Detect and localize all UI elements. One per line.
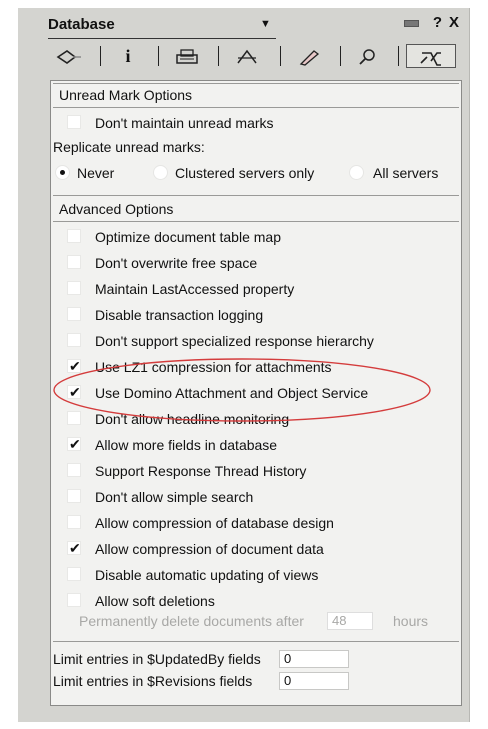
checkbox-unchecked[interactable] [67,255,81,269]
checkbox-unchecked[interactable] [67,463,81,477]
checkbox-unchecked[interactable] [67,515,81,529]
radio-all-servers-label: All servers [373,165,439,181]
unread-section-title: Unread Mark Options [59,87,193,103]
launch-icon [299,50,320,66]
limit-revisions-input[interactable]: 0 [279,672,349,690]
advanced-option-checkbox[interactable]: Use Domino Attachment and Object Service [67,382,451,403]
checkbox-label: Disable transaction logging [95,307,264,323]
info-icon: i [125,46,131,66]
checkbox-label: Don't allow simple search [95,489,254,505]
advanced-option-checkbox[interactable]: Optimize document table map [67,227,451,247]
checkbox-label: Don't maintain unread marks [95,115,274,131]
search-icon [359,49,375,65]
tab-design[interactable] [224,44,270,68]
checkbox-label: Don't support specialized response hiera… [95,333,374,349]
checkbox-label: Allow soft deletions [95,593,215,609]
titlebar-buttons: ? X [403,14,460,31]
advanced-option-checkbox[interactable]: Allow soft deletions [67,591,451,611]
checkbox-unchecked[interactable] [67,307,81,321]
checkbox-unchecked[interactable] [67,567,81,581]
checkbox-box[interactable] [67,115,81,129]
tab-launch[interactable] [286,44,332,68]
dont-maintain-unread-checkbox[interactable]: Don't maintain unread marks [67,113,447,133]
advanced-option-checkbox[interactable]: Maintain LastAccessed property [67,279,451,299]
checkbox-unchecked[interactable] [67,411,81,425]
replicate-unread-radio-group: Never Clustered servers only All servers [55,163,455,183]
checkbox-label: Maintain LastAccessed property [95,281,295,297]
tab-print[interactable] [164,44,210,68]
radio-never-label: Never [77,165,115,181]
advanced-option-checkbox[interactable]: Use LZ1 compression for attachments [67,356,451,377]
checkbox-unchecked[interactable] [67,281,81,295]
limit-updatedby-row: Limit entries in $UpdatedBy fields 0 [53,649,453,669]
advanced-option-checkbox[interactable]: Disable automatic updating of views [67,565,451,585]
minimize-icon[interactable] [403,19,419,27]
tab-basics[interactable] [48,44,92,68]
printer-icon [176,49,198,64]
design-icon [237,50,257,64]
soft-delete-prefix: Permanently delete documents after [79,613,304,629]
advanced-option-checkbox[interactable]: Allow compression of document data [67,538,451,559]
radio-clustered[interactable] [153,165,168,180]
checkbox-label: Use LZ1 compression for attachments [95,359,332,375]
advanced-option-checkbox[interactable]: Disable transaction logging [67,305,451,325]
checkbox-checked[interactable] [67,434,81,454]
checkbox-label: Don't overwrite free space [95,255,258,271]
limit-updatedby-label: Limit entries in $UpdatedBy fields [53,651,261,667]
replicate-unread-label: Replicate unread marks: [53,139,205,155]
checkbox-checked[interactable] [67,538,81,558]
advanced-option-checkbox[interactable]: Support Response Thread History [67,461,451,481]
advanced-option-checkbox[interactable]: Don't allow headline monitoring [67,409,451,429]
checkbox-unchecked[interactable] [67,593,81,607]
panel-titlebar: Database ▼ ? X [48,14,460,39]
checkbox-unchecked[interactable] [67,333,81,347]
checkbox-label: Allow compression of database design [95,515,334,531]
chevron-down-icon[interactable]: ▼ [260,18,271,30]
radio-all-servers[interactable] [349,165,364,180]
checkbox-label: Optimize document table map [95,229,281,245]
soft-delete-retention: Permanently delete documents after 48 ho… [79,611,459,631]
advanced-icon [420,52,441,67]
tab-strip: i [48,44,460,70]
tab-info[interactable]: i [106,44,150,68]
tab-advanced[interactable] [406,44,456,68]
checkbox-checked[interactable] [67,356,81,376]
advanced-option-checkbox[interactable]: Don't allow simple search [67,487,451,507]
advanced-option-checkbox[interactable]: Allow more fields in database [67,434,451,455]
radio-clustered-label: Clustered servers only [175,165,315,181]
tab-full-text[interactable] [346,44,390,68]
title-dropdown-underline [48,38,276,39]
soft-delete-suffix: hours [393,613,429,629]
checkbox-label: Allow more fields in database [95,437,278,453]
info-bubble-icon [56,50,81,65]
advanced-option-checkbox[interactable]: Don't overwrite free space [67,253,451,273]
help-button[interactable]: ? [433,14,443,31]
advanced-properties-content: Unread Mark Options Don't maintain unrea… [50,80,462,706]
limit-revisions-row: Limit entries in $Revisions fields 0 [53,671,453,691]
advanced-option-checkbox[interactable]: Don't support specialized response hiera… [67,331,451,351]
checkbox-label: Don't allow headline monitoring [95,411,290,427]
close-button[interactable]: X [449,14,460,31]
checkbox-unchecked[interactable] [67,229,81,243]
soft-delete-hours-input[interactable]: 48 [327,612,373,630]
checkbox-checked[interactable] [67,382,81,402]
checkbox-label: Support Response Thread History [95,463,307,479]
advanced-option-checkbox[interactable]: Allow compression of database design [67,513,451,533]
radio-never[interactable] [55,165,70,180]
advanced-section-title: Advanced Options [59,201,174,217]
checkbox-label: Use Domino Attachment and Object Service [95,385,369,401]
limit-revisions-label: Limit entries in $Revisions fields [53,673,253,689]
limit-updatedby-input[interactable]: 0 [279,650,349,668]
checkbox-label: Disable automatic updating of views [95,567,319,583]
panel-title[interactable]: Database [48,16,115,33]
checkbox-label: Allow compression of document data [95,541,324,557]
checkbox-unchecked[interactable] [67,489,81,503]
